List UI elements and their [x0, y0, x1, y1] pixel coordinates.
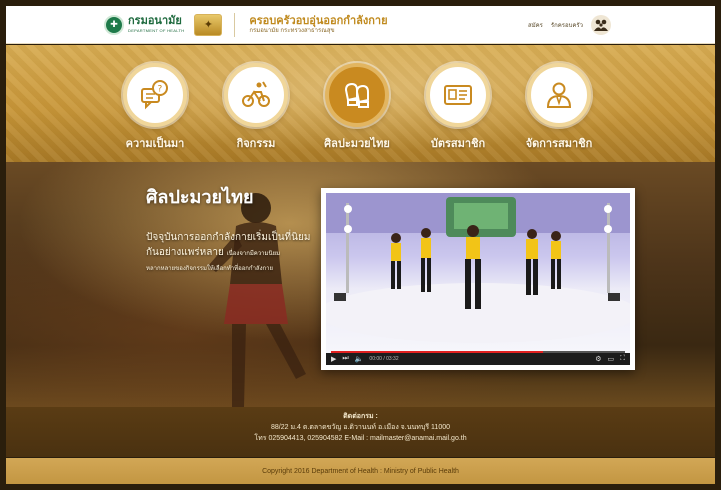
- department-name-thai: กรมอนามัย: [128, 15, 182, 27]
- hero-title: ศิลปะมวยไทย: [146, 187, 254, 207]
- department-logo[interactable]: ✚ กรมอนามัย DEPARTMENT OF HEALTH: [104, 14, 184, 35]
- nav-label-member-card: บัตรสมาชิก: [430, 138, 486, 150]
- play-icon[interactable]: ▶: [331, 355, 336, 363]
- department-name: กรมอนามัย DEPARTMENT OF HEALTH: [128, 16, 184, 33]
- nav-label-muay-thai: ศิลปะมวยไทย: [324, 138, 390, 150]
- contact-address: 88/22 ม.4 ต.ตลาดขวัญ อ.ติวานนท์ อ.เมือง …: [270, 424, 451, 431]
- site-title-block: ครอบครัวอบอุ่นออกกำลังกาย กรมอนามัย กระท…: [249, 15, 387, 35]
- hero-desc-line-2-small: เนื่องจากมีความนิยม: [226, 251, 281, 257]
- site-footer: Copyright 2016 Department of Health : Mi…: [6, 458, 715, 484]
- subtitles-icon[interactable]: ▭: [607, 355, 614, 363]
- site-title: ครอบครัวอบอุ่นออกกำลังกาย: [249, 14, 388, 27]
- nav-item-muay-thai[interactable]: ศิลปะมวยไทย: [312, 63, 402, 152]
- hero-section: ศิลปะมวยไทย ปัจจุบันการออกกำลังกายเริ่มเ…: [6, 162, 715, 407]
- member-manage-icon: [527, 63, 591, 127]
- contact-title: ติดต่อกรม :: [343, 413, 378, 420]
- skip-icon[interactable]: ⏭: [342, 355, 348, 363]
- svg-text:?: ?: [158, 85, 163, 95]
- header-user-area: สมัคร รักครอบครัว: [520, 14, 611, 35]
- contact-section: ติดต่อกรม : 88/22 ม.4 ต.ตลาดขวัญ อ.ติวาน…: [6, 407, 715, 457]
- hero-desc-line-2-main: กันอย่างแพร่หลาย: [146, 247, 224, 258]
- copyright-text: Copyright 2016 Department of Health : Mi…: [262, 467, 459, 475]
- video-controls: ▶ ⏭ 🔈 00:00 / 03:32 ⚙ ▭ ⛶: [326, 353, 630, 365]
- nav-label-manage-members: จัดการสมาชิก: [525, 138, 593, 150]
- boxing-gloves-icon: [325, 63, 389, 127]
- site-header: ✚ กรมอนามัย DEPARTMENT OF HEALTH ✦ ครอบค…: [6, 6, 715, 44]
- nav-label-activities: กิจกรรม: [236, 138, 276, 150]
- video-controls-right: ⚙ ▭ ⛶: [589, 355, 625, 363]
- hero-desc-line-1: ปัจจุบันการออกกำลังกายเริ่มเป็นที่นิยม: [146, 232, 311, 243]
- bicycle-activity-icon: [224, 63, 288, 127]
- video-player[interactable]: ▶ ⏭ 🔈 00:00 / 03:32 ⚙ ▭ ⛶: [321, 188, 635, 370]
- header-divider: [234, 12, 236, 37]
- family-link[interactable]: รักครอบครัว: [551, 20, 583, 30]
- hero-desc-line-3: หลากหลายของกิจกรรมให้เลือกทำที่ออกกำลังก…: [146, 266, 274, 272]
- chat-question-icon: ?: [123, 63, 187, 127]
- campaign-logo-icon: ✦: [194, 13, 223, 36]
- contact-phone-email: โทร 025904413, 025904582 E-Mail : mailma…: [254, 435, 467, 442]
- nav-item-activities[interactable]: กิจกรรม: [211, 63, 301, 152]
- video-time: 00:00 / 03:32: [369, 356, 399, 362]
- family-avatar-icon[interactable]: [591, 14, 611, 35]
- hero-desc-line-2: กันอย่างแพร่หลาย เนื่องจากมีความนิยม: [146, 245, 316, 262]
- register-link[interactable]: สมัคร: [528, 20, 543, 30]
- main-navigation: ? ความเป็นมา กิจกรรม ศิลปะมวยไทย บัตรสมา…: [6, 45, 715, 162]
- video-frame[interactable]: [326, 193, 630, 353]
- nav-item-manage-members[interactable]: จัดการสมาชิก: [514, 63, 604, 152]
- member-card-icon: [426, 63, 490, 127]
- hero-description: ปัจจุบันการออกกำลังกายเริ่มเป็นที่นิยม ก…: [146, 230, 316, 277]
- video-dancers-scene: [326, 193, 630, 343]
- nav-item-member-card[interactable]: บัตรสมาชิก: [413, 63, 503, 152]
- department-emblem-icon: ✚: [104, 14, 124, 35]
- department-name-english: DEPARTMENT OF HEALTH: [128, 28, 185, 33]
- settings-icon[interactable]: ⚙: [595, 355, 601, 363]
- nav-item-history[interactable]: ? ความเป็นมา: [110, 63, 200, 152]
- volume-icon[interactable]: 🔈: [355, 355, 364, 363]
- site-subtitle: กรมอนามัย กระทรวงสาธารณสุข: [249, 27, 335, 34]
- fullscreen-icon[interactable]: ⛶: [620, 355, 625, 363]
- nav-label-history: ความเป็นมา: [125, 138, 185, 150]
